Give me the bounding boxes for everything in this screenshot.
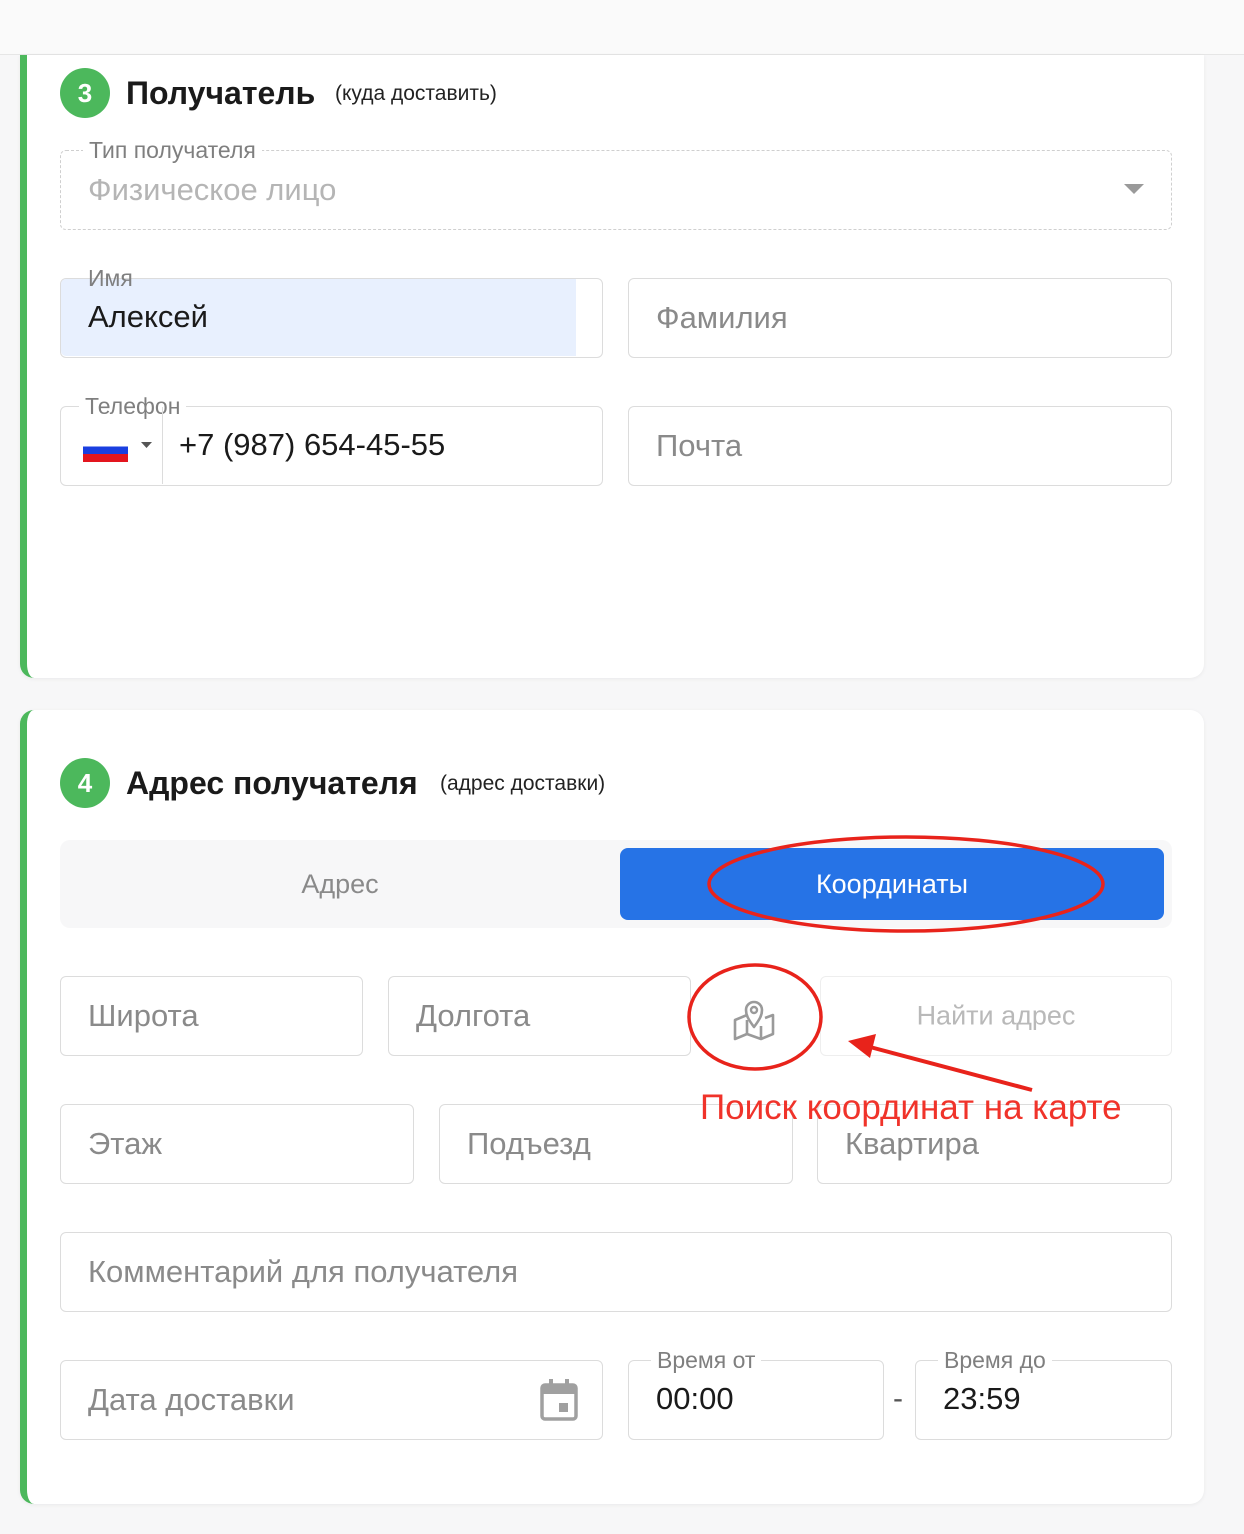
annotation-overlay [687, 835, 1105, 1092]
annotation-arrow-head [848, 1034, 876, 1058]
annotation-arrow-line [869, 1045, 1033, 1092]
annotation-circle-coordinates [707, 835, 1105, 933]
annotation-text: Поиск координат на карте [700, 1088, 1122, 1127]
annotation-circle-map-button [687, 963, 823, 1071]
